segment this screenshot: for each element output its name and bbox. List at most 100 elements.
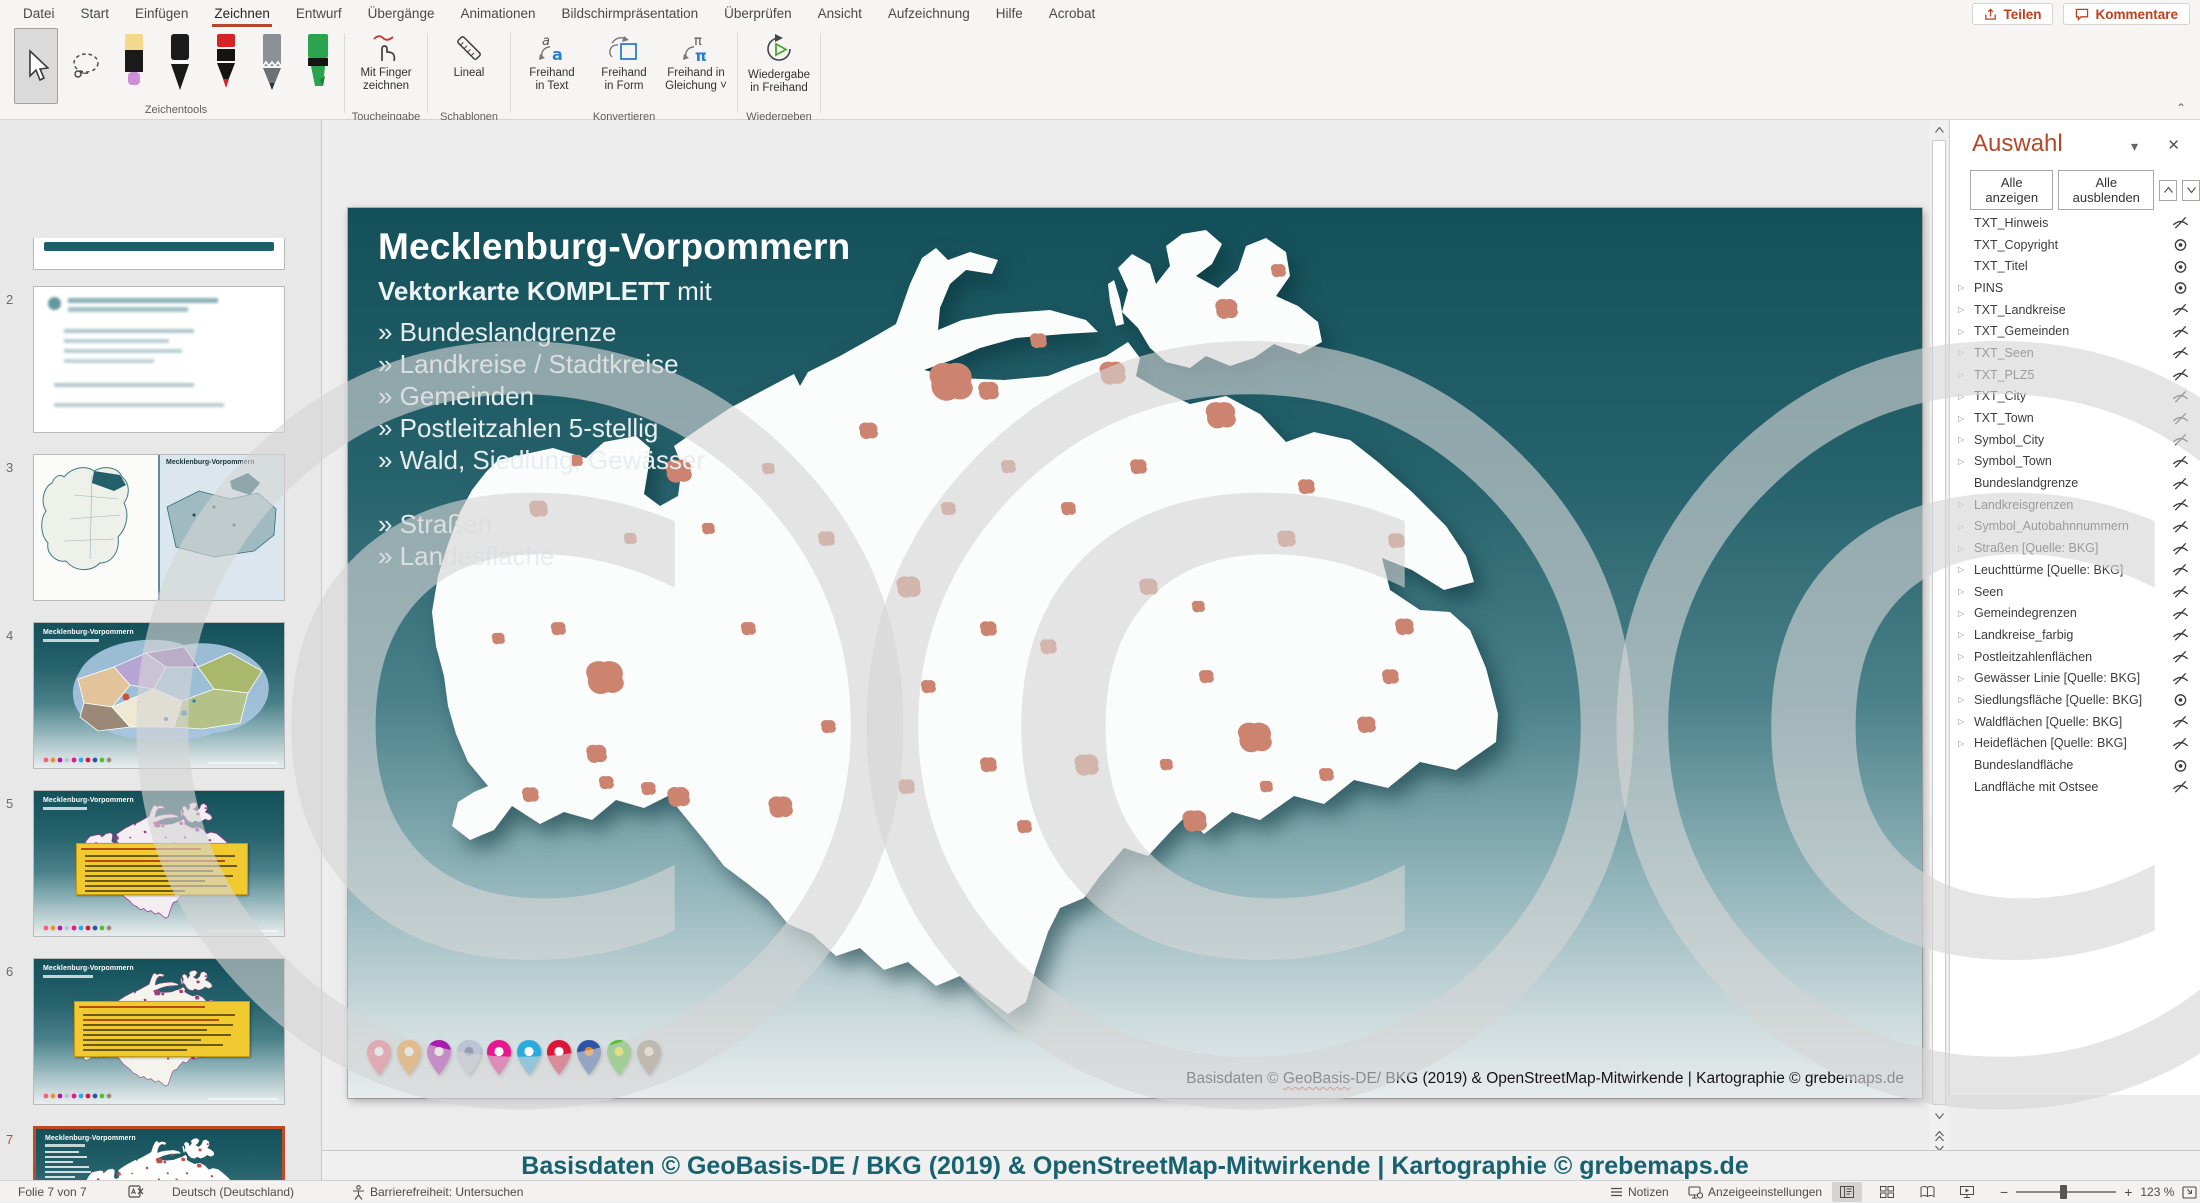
ribbon-tab[interactable]: Entwurf <box>283 0 355 27</box>
expand-triangle-icon[interactable]: ▷ <box>1958 565 1974 574</box>
visibility-eye-icon[interactable] <box>2160 345 2200 360</box>
selection-item-row[interactable]: ▷ Siedlungsfläche [Quelle: BKG] <box>1950 689 2200 711</box>
zoom-in-icon[interactable]: + <box>2124 1184 2132 1200</box>
expand-triangle-icon[interactable]: ▷ <box>1958 370 1974 379</box>
selection-item-row[interactable]: ▷ TXT_PLZ5 <box>1950 364 2200 386</box>
selection-item-row[interactable]: ▷ Bundeslandfläche <box>1950 754 2200 776</box>
expand-triangle-icon[interactable]: ▷ <box>1958 283 1974 292</box>
expand-triangle-icon[interactable]: ▷ <box>1958 435 1974 444</box>
selection-item-row[interactable]: ▷ Waldflächen [Quelle: BKG] <box>1950 711 2200 733</box>
expand-triangle-icon[interactable]: ▷ <box>1958 652 1974 661</box>
ribbon-tab[interactable]: Ansicht <box>805 0 875 27</box>
collapse-ribbon-icon[interactable]: ⌃ <box>2176 101 2186 115</box>
selection-item-row[interactable]: ▷ TXT_Hinweis <box>1950 212 2200 234</box>
ruler-button[interactable]: Lineal <box>434 27 504 111</box>
expand-triangle-icon[interactable]: ▷ <box>1958 348 1974 357</box>
green-highlighter-button[interactable] <box>298 28 338 104</box>
editor-scrollbar[interactable] <box>1930 120 1948 1150</box>
selection-item-row[interactable]: ▷ Symbol_Autobahnnummern <box>1950 516 2200 538</box>
visibility-eye-icon[interactable] <box>2160 476 2200 491</box>
display-settings[interactable]: Anzeigeeinstellungen <box>1688 1181 1822 1203</box>
expand-triangle-icon[interactable]: ▷ <box>1958 674 1974 683</box>
comments-button[interactable]: Kommentare <box>2063 3 2190 25</box>
scrollbar-thumb[interactable] <box>1932 140 1946 1105</box>
slide-sorter-view-button[interactable] <box>1872 1182 1902 1202</box>
selection-item-row[interactable]: ▷ Gemeindegrenzen <box>1950 602 2200 624</box>
normal-view-button[interactable] <box>1832 1182 1862 1202</box>
visibility-eye-icon[interactable] <box>2160 215 2200 230</box>
visibility-eye-icon[interactable] <box>2160 562 2200 577</box>
visibility-eye-icon[interactable] <box>2160 671 2200 686</box>
selection-item-row[interactable]: ▷ TXT_City <box>1950 386 2200 408</box>
notes-area[interactable]: Basisdaten © GeoBasis-DE / BKG (2019) & … <box>322 1150 2200 1180</box>
visibility-eye-icon[interactable] <box>2160 432 2200 447</box>
expand-triangle-icon[interactable]: ▷ <box>1958 500 1974 509</box>
expand-triangle-icon[interactable]: ▷ <box>1958 522 1974 531</box>
language-status[interactable]: Deutsch (Deutschland) <box>172 1181 294 1203</box>
ink-to-shape-button[interactable]: Freihand in Form <box>589 27 659 111</box>
ribbon-tab[interactable]: Start <box>68 0 123 27</box>
expand-triangle-icon[interactable]: ▷ <box>1958 457 1974 466</box>
selection-item-row[interactable]: ▷ TXT_Seen <box>1950 342 2200 364</box>
fit-to-window-icon[interactable] <box>2182 1186 2197 1199</box>
eraser-tool-button[interactable] <box>114 28 154 104</box>
selection-item-row[interactable]: ▷ Landfläche mit Ostsee <box>1950 776 2200 798</box>
hide-all-button[interactable]: Alle ausblenden <box>2058 170 2154 210</box>
spellcheck-status[interactable] <box>128 1181 144 1203</box>
visibility-eye-icon[interactable] <box>2160 324 2200 339</box>
expand-triangle-icon[interactable]: ▷ <box>1958 739 1974 748</box>
selection-item-row[interactable]: ▷ Heideflächen [Quelle: BKG] <box>1950 733 2200 755</box>
ribbon-tab[interactable]: Bildschirmpräsentation <box>549 0 712 27</box>
map-pins-row[interactable] <box>366 1039 662 1076</box>
draw-with-finger-button[interactable]: Mit Finger zeichnen <box>351 27 421 111</box>
selection-item-row[interactable]: ▷ Bundeslandgrenze <box>1950 472 2200 494</box>
selection-item-row[interactable]: ▷ TXT_Town <box>1950 407 2200 429</box>
selection-item-row[interactable]: ▷ PINS <box>1950 277 2200 299</box>
visibility-eye-icon[interactable] <box>2160 779 2200 794</box>
ribbon-tab[interactable]: Aufzeichnung <box>875 0 983 27</box>
visibility-eye-icon[interactable] <box>2160 692 2200 707</box>
scroll-down-icon[interactable] <box>1932 1108 1946 1124</box>
selection-item-row[interactable]: ▷ Landkreise_farbig <box>1950 624 2200 646</box>
selection-item-row[interactable]: ▷ Leuchttürme [Quelle: BKG] <box>1950 559 2200 581</box>
visibility-eye-icon[interactable] <box>2160 302 2200 317</box>
pane-close-icon[interactable]: ✕ <box>2167 136 2180 154</box>
expand-triangle-icon[interactable]: ▷ <box>1958 630 1974 639</box>
expand-triangle-icon[interactable]: ▷ <box>1958 544 1974 553</box>
expand-triangle-icon[interactable]: ▷ <box>1958 392 1974 401</box>
ink-to-text-button[interactable]: aa Freihand in Text <box>517 27 587 111</box>
selection-item-row[interactable]: ▷ TXT_Copyright <box>1950 234 2200 256</box>
reading-view-button[interactable] <box>1912 1182 1942 1202</box>
thumbnail-slide-2[interactable] <box>33 286 285 433</box>
selection-item-row[interactable]: ▷ Straßen [Quelle: BKG] <box>1950 537 2200 559</box>
selection-item-row[interactable]: ▷ TXT_Gemeinden <box>1950 320 2200 342</box>
visibility-eye-icon[interactable] <box>2160 736 2200 751</box>
ribbon-tab[interactable]: Übergänge <box>355 0 448 27</box>
selection-item-row[interactable]: ▷ TXT_Landkreise <box>1950 299 2200 321</box>
ribbon-tab[interactable]: Einfügen <box>122 0 201 27</box>
selection-item-row[interactable]: ▷ Seen <box>1950 581 2200 603</box>
visibility-eye-icon[interactable] <box>2160 584 2200 599</box>
thumbnail-slide-7-selected[interactable]: Mecklenburg-Vorpommern <box>33 1126 285 1180</box>
expand-triangle-icon[interactable]: ▷ <box>1958 414 1974 423</box>
thumbnail-slide-6[interactable]: Mecklenburg-Vorpommern <box>33 958 285 1105</box>
selection-item-row[interactable]: ▷ Landkreisgrenzen <box>1950 494 2200 516</box>
ink-replay-button[interactable]: Wiedergabe in Freihand <box>744 27 814 111</box>
move-down-button[interactable] <box>2182 180 2200 201</box>
expand-triangle-icon[interactable]: ▷ <box>1958 609 1974 618</box>
thumbnail-slide-3[interactable]: Mecklenburg-Vorpommern <box>33 454 285 601</box>
ink-to-math-button[interactable]: ππ Freihand in Gleichung ˅ <box>661 27 731 111</box>
red-pen-button[interactable] <box>206 28 246 104</box>
lasso-select-button[interactable] <box>64 28 108 104</box>
ribbon-tab[interactable]: Zeichnen <box>201 0 283 27</box>
visibility-eye-icon[interactable] <box>2160 280 2200 295</box>
ribbon-tab[interactable]: Acrobat <box>1036 0 1109 27</box>
expand-triangle-icon[interactable]: ▷ <box>1958 327 1974 336</box>
black-pen-button[interactable] <box>160 28 200 104</box>
selection-item-row[interactable]: ▷ Postleitzahlenflächen <box>1950 646 2200 668</box>
accessibility-status[interactable]: Barrierefreiheit: Untersuchen <box>352 1181 523 1203</box>
visibility-eye-icon[interactable] <box>2160 389 2200 404</box>
zoom-slider-handle[interactable] <box>2060 1185 2067 1199</box>
slide-indicator[interactable]: Folie 7 von 7 <box>18 1181 87 1203</box>
selection-item-row[interactable]: ▷ Symbol_Town <box>1950 451 2200 473</box>
